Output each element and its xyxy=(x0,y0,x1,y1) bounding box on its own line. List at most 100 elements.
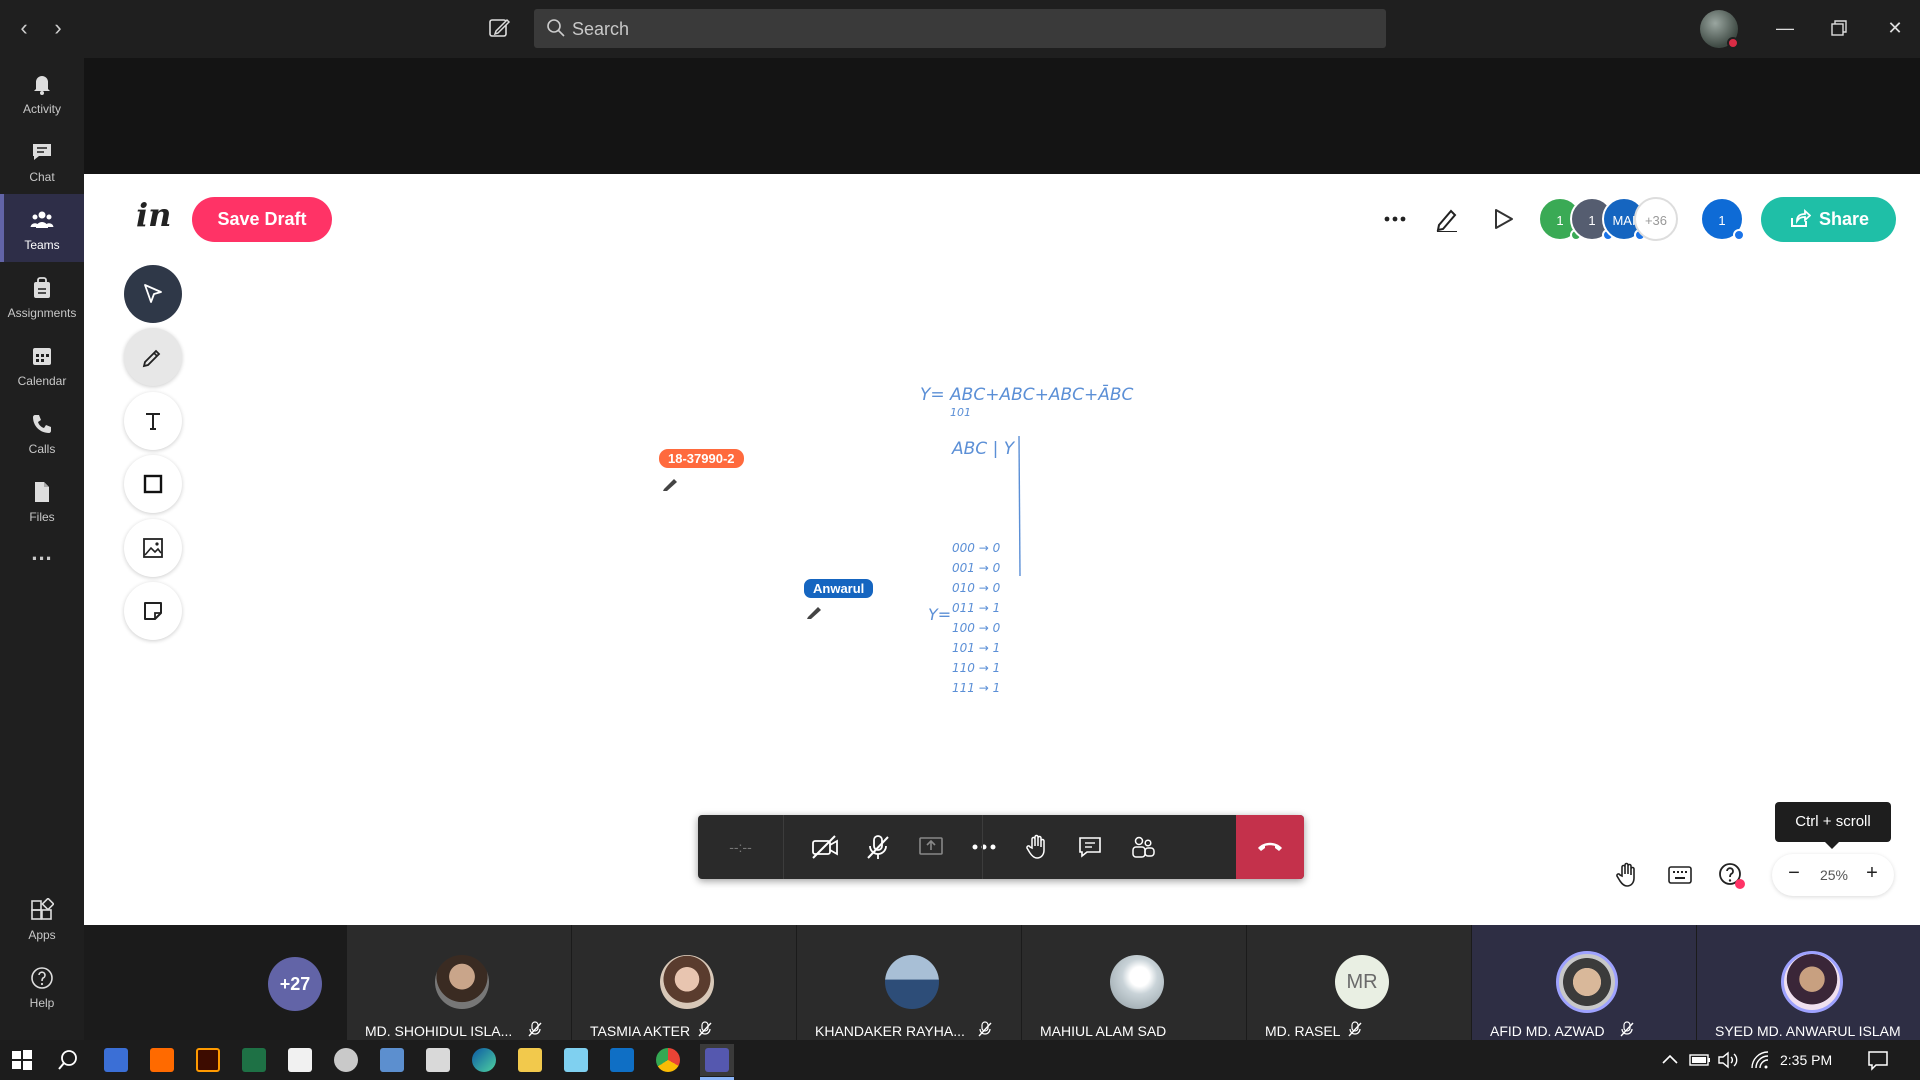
help-icon[interactable] xyxy=(1718,862,1745,889)
keyboard-icon[interactable] xyxy=(1667,862,1693,888)
rail-item-label: Activity xyxy=(22,102,61,116)
app-icon-2[interactable] xyxy=(150,1048,174,1072)
app-icon-7[interactable] xyxy=(380,1048,404,1072)
rail-item-label: Teams xyxy=(24,238,60,252)
vscode-icon[interactable] xyxy=(610,1048,634,1072)
rail-item-calendar[interactable]: Calendar xyxy=(0,330,84,398)
more-participants-button[interactable]: +27 xyxy=(268,957,322,1011)
file-explorer-icon[interactable] xyxy=(518,1048,542,1072)
restore-icon[interactable] xyxy=(1826,15,1852,41)
wifi-icon[interactable] xyxy=(1748,1048,1772,1072)
rail-item-label: Calendar xyxy=(17,374,67,388)
more-icon: ... xyxy=(31,540,53,565)
participant-avatar xyxy=(1110,955,1164,1009)
share-screen-icon xyxy=(919,837,943,855)
compose-icon[interactable] xyxy=(487,16,511,45)
excel-icon[interactable] xyxy=(242,1048,266,1072)
search-placeholder: Search xyxy=(572,19,630,39)
participant-name: MAHIUL ALAM SAD xyxy=(1040,1023,1167,1039)
muted-mic-icon xyxy=(528,1021,542,1037)
volume-icon[interactable] xyxy=(1716,1048,1740,1072)
minimize-icon[interactable]: — xyxy=(1772,15,1798,41)
truth-row: 011 → 1 xyxy=(952,601,1000,615)
participant-avatar xyxy=(1781,951,1843,1013)
teams-taskbar-icon[interactable] xyxy=(705,1048,729,1072)
rail-item-chat[interactable]: Chat xyxy=(0,126,84,194)
taskbar-search-icon[interactable] xyxy=(56,1048,80,1072)
windows-start-icon[interactable] xyxy=(10,1048,34,1072)
app-icon-1[interactable] xyxy=(104,1048,128,1072)
presence-badge xyxy=(1727,37,1739,49)
participant-avatar xyxy=(885,955,939,1009)
calculator-icon[interactable] xyxy=(426,1048,450,1072)
illustrator-icon[interactable] xyxy=(196,1048,220,1072)
participant-avatar xyxy=(660,955,714,1009)
participant-tile[interactable]: TASMIA AKTER xyxy=(572,925,796,1040)
participant-name: SYED MD. ANWARUL ISLAM xyxy=(1715,1023,1901,1039)
self-cursor-tag: Anwarul xyxy=(802,577,876,600)
battery-icon[interactable] xyxy=(1688,1048,1712,1072)
divider-line xyxy=(1018,435,1021,577)
app-icon-6[interactable] xyxy=(334,1048,358,1072)
rail-item-activity[interactable]: Activity xyxy=(0,58,84,126)
participant-tile[interactable]: AFID MD. AZWAD xyxy=(1472,925,1696,1040)
truth-row: 110 → 1 xyxy=(952,661,1000,675)
participant-strip: +27 MD. SHOHIDUL ISLA... TASMIA AKTER KH… xyxy=(84,925,1920,1040)
app-icon-11[interactable] xyxy=(564,1048,588,1072)
chat-icon xyxy=(1079,837,1101,858)
divider xyxy=(982,815,983,879)
participant-tile[interactable]: MAHIUL ALAM SAD xyxy=(1022,925,1246,1040)
truth-row: 000 → 0 xyxy=(952,541,1001,555)
more-icon xyxy=(972,844,996,850)
camera-off-icon xyxy=(812,835,838,859)
rail-item-label: Help xyxy=(29,996,55,1010)
chevron-up-icon[interactable] xyxy=(1658,1048,1682,1072)
assignments-icon xyxy=(34,277,50,298)
hang-up-button[interactable] xyxy=(1236,815,1304,879)
zoom-out-button[interactable]: − xyxy=(1784,862,1804,885)
muted-mic-icon xyxy=(698,1021,712,1037)
meeting-controls: --:-- xyxy=(698,815,1304,879)
close-icon[interactable]: ✕ xyxy=(1882,15,1908,41)
participant-avatar xyxy=(435,955,489,1009)
rail-item-calls[interactable]: Calls xyxy=(0,398,84,466)
app-rail: Activity Chat Teams Assignments Calendar… xyxy=(0,58,84,1040)
participant-tile[interactable]: SYED MD. ANWARUL ISLAM xyxy=(1697,925,1920,1040)
zoom-in-button[interactable]: + xyxy=(1862,862,1882,885)
notifications-icon[interactable] xyxy=(1866,1048,1890,1072)
windows-taskbar: 2:35 PM xyxy=(0,1040,1920,1080)
files-icon xyxy=(35,482,49,502)
edge-icon[interactable] xyxy=(472,1048,496,1072)
rail-item-label: Chat xyxy=(29,170,55,184)
rail-item-more[interactable]: ... xyxy=(0,538,84,606)
participant-name: MD. RASEL xyxy=(1265,1023,1341,1039)
zoom-control: − 25% + xyxy=(1772,854,1894,896)
truth-row: 010 → 0 xyxy=(952,581,1001,595)
truth-row: 001 → 0 xyxy=(952,561,1001,575)
app-icon-5[interactable] xyxy=(288,1048,312,1072)
rail-item-label: Apps xyxy=(28,928,56,942)
forward-icon[interactable]: › xyxy=(46,16,70,40)
rail-item-apps[interactable]: Apps xyxy=(0,884,84,952)
truth-table-header: ABC | Y xyxy=(951,439,1016,459)
participant-name: AFID MD. AZWAD xyxy=(1490,1023,1605,1039)
rail-item-assignments[interactable]: Assignments xyxy=(0,262,84,330)
muted-mic-icon xyxy=(1348,1021,1362,1037)
teams-icon xyxy=(30,211,54,228)
whiteboard-canvas[interactable]: in Save Draft 1 1 MAI +36 1 Share Y= ABC… xyxy=(84,174,1920,925)
truth-row: 111 → 1 xyxy=(952,681,1000,695)
whiteboard-drawing[interactable]: Y= ABC+ABC+ABC+ĀBC 101 ABC | Y 000 → 0 0… xyxy=(84,174,1920,925)
chat-icon xyxy=(33,144,51,160)
taskbar-clock[interactable]: 2:35 PM xyxy=(1780,1052,1832,1068)
truth-row: 100 → 0 xyxy=(952,621,1001,635)
rail-item-files[interactable]: Files xyxy=(0,466,84,534)
back-icon[interactable]: ‹ xyxy=(12,16,36,40)
hand-icon xyxy=(1026,834,1045,859)
search-box[interactable]: Search xyxy=(534,9,1386,48)
rail-item-help[interactable]: Help xyxy=(0,952,84,1020)
rail-item-label: Files xyxy=(29,510,55,524)
chrome-icon[interactable] xyxy=(656,1048,680,1072)
pan-hand-icon[interactable] xyxy=(1614,862,1640,888)
rail-item-teams[interactable]: Teams xyxy=(0,194,84,262)
participants-button[interactable] xyxy=(1111,815,1175,879)
